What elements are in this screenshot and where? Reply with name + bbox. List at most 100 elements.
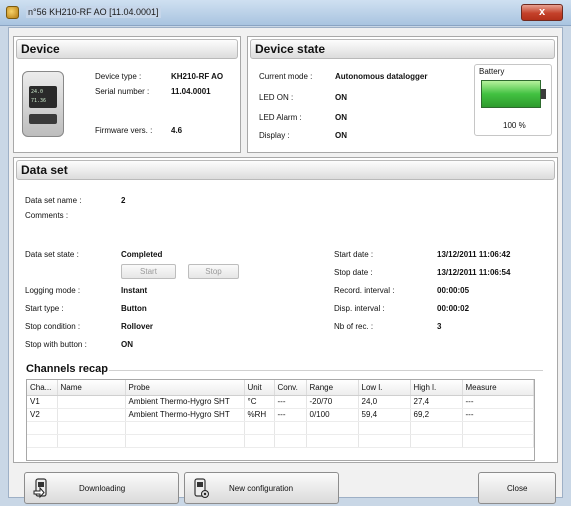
col-range[interactable]: Range (306, 380, 359, 396)
cell (57, 395, 126, 409)
cell: V1 (27, 395, 58, 409)
serial-number-value: 11.04.0001 (171, 87, 211, 96)
table-row-empty (27, 421, 534, 435)
title-bar: n°56 KH210-RF AO [11.04.0001] x (0, 0, 571, 26)
cell (57, 408, 126, 422)
nb-records-label: Nb of rec. : (334, 322, 374, 331)
firmware-value: 4.6 (171, 126, 183, 135)
channels-recap-heading: Channels recap (26, 363, 108, 375)
serial-number-label: Serial number : (95, 87, 150, 96)
start-type-label: Start type : (25, 304, 64, 313)
configure-device-icon (194, 478, 209, 498)
channels-table[interactable]: Cha... Name Probe Unit Conv. Range Low l… (26, 379, 535, 461)
col-measure[interactable]: Measure (462, 380, 534, 396)
cell: --- (462, 408, 534, 422)
device-state-heading: Device state (250, 39, 555, 59)
start-date-value: 13/12/2011 11:06:42 (437, 250, 511, 259)
col-low[interactable]: Low l. (358, 380, 411, 396)
device-panel-heading: Device (16, 39, 238, 59)
stop-with-button-label: Stop with button : (25, 340, 87, 349)
disp-interval-value: 00:00:02 (437, 304, 470, 313)
col-probe[interactable]: Probe (125, 380, 245, 396)
stop-condition-value: Rollover (121, 322, 154, 331)
cell: Ambient Thermo-Hygro SHT (125, 408, 245, 422)
col-high[interactable]: High l. (410, 380, 463, 396)
cell: -20/70 (306, 395, 359, 409)
record-interval-label: Record. interval : (334, 286, 395, 295)
firmware-label: Firmware vers. : (95, 126, 153, 135)
col-conv[interactable]: Conv. (274, 380, 307, 396)
table-row[interactable]: V1 Ambient Thermo-Hygro SHT °C --- -20/7… (27, 395, 534, 409)
device-screen: 24.0 71.36 (29, 86, 57, 108)
app-icon (6, 6, 19, 19)
device-type-label: Device type : (95, 72, 142, 81)
table-header-row: Cha... Name Probe Unit Conv. Range Low l… (27, 380, 534, 396)
cell: V2 (27, 408, 58, 422)
cell: Ambient Thermo-Hygro SHT (125, 395, 245, 409)
battery-percent: 100 % (503, 121, 526, 130)
cell: %RH (244, 408, 275, 422)
led-alarm-label: LED Alarm : (259, 113, 302, 122)
display-value: ON (335, 131, 347, 140)
col-channel[interactable]: Cha... (27, 380, 58, 396)
device-type-value: KH210-RF AO (171, 72, 224, 81)
cell: 27,4 (410, 395, 463, 409)
downloading-button[interactable]: Downloading (24, 472, 179, 504)
start-date-label: Start date : (334, 250, 374, 259)
stop-button[interactable]: Stop (188, 264, 239, 279)
dialog-client-area: Device 24.0 71.36 Device type : KH210-RF… (8, 27, 563, 504)
window-title: n°56 KH210-RF AO [11.04.0001] (26, 6, 161, 18)
stop-date-label: Stop date : (334, 268, 373, 277)
device-state-panel: Device state Current mode : Autonomous d… (247, 36, 558, 153)
window-close-button[interactable]: x (521, 4, 563, 21)
battery-icon (481, 80, 541, 108)
cell: --- (462, 395, 534, 409)
start-button[interactable]: Start (121, 264, 176, 279)
dataset-heading: Data set (16, 160, 555, 180)
cell: --- (274, 408, 307, 422)
battery-label: Battery (479, 67, 505, 76)
table-row-empty (27, 434, 534, 448)
dataset-name-label: Data set name : (25, 196, 82, 205)
cell: 59,4 (358, 408, 411, 422)
col-unit[interactable]: Unit (244, 380, 275, 396)
logging-mode-label: Logging mode : (25, 286, 81, 295)
current-mode-value: Autonomous datalogger (335, 72, 428, 81)
downloading-label: Downloading (79, 484, 126, 493)
stop-with-button-value: ON (121, 340, 133, 349)
new-configuration-button[interactable]: New configuration (184, 472, 339, 504)
led-on-label: LED ON : (259, 93, 294, 102)
device-image: 24.0 71.36 (22, 71, 64, 137)
nb-records-value: 3 (437, 322, 442, 331)
device-panel: Device 24.0 71.36 Device type : KH210-RF… (13, 36, 241, 153)
table-row[interactable]: V2 Ambient Thermo-Hygro SHT %RH --- 0/10… (27, 408, 534, 422)
close-label: Close (507, 484, 528, 493)
device-screen-line1: 24.0 (31, 89, 44, 95)
dataset-panel: Data set Data set name : 2 Comments : Da… (13, 157, 558, 463)
stop-date-value: 13/12/2011 11:06:54 (437, 268, 511, 277)
download-device-icon (33, 478, 47, 499)
dataset-name-value: 2 (121, 196, 126, 205)
comments-label: Comments : (25, 211, 69, 220)
led-on-value: ON (335, 93, 347, 102)
new-configuration-label: New configuration (229, 484, 294, 493)
logging-mode-value: Instant (121, 286, 148, 295)
stop-condition-label: Stop condition : (25, 322, 81, 331)
disp-interval-label: Disp. interval : (334, 304, 385, 313)
start-type-value: Button (121, 304, 147, 313)
device-keypad (29, 114, 57, 124)
cell: 69,2 (410, 408, 463, 422)
display-label: Display : (259, 131, 290, 140)
record-interval-value: 00:00:05 (437, 286, 470, 295)
battery-fill (482, 81, 540, 107)
led-alarm-value: ON (335, 113, 347, 122)
col-name[interactable]: Name (57, 380, 126, 396)
cell: 0/100 (306, 408, 359, 422)
cell: 24,0 (358, 395, 411, 409)
current-mode-label: Current mode : (259, 72, 313, 81)
device-screen-line2: 71.36 (31, 98, 47, 104)
channels-recap-divider (109, 370, 543, 371)
close-button[interactable]: Close (478, 472, 556, 504)
cell: --- (274, 395, 307, 409)
dataset-state-value: Completed (121, 250, 163, 259)
